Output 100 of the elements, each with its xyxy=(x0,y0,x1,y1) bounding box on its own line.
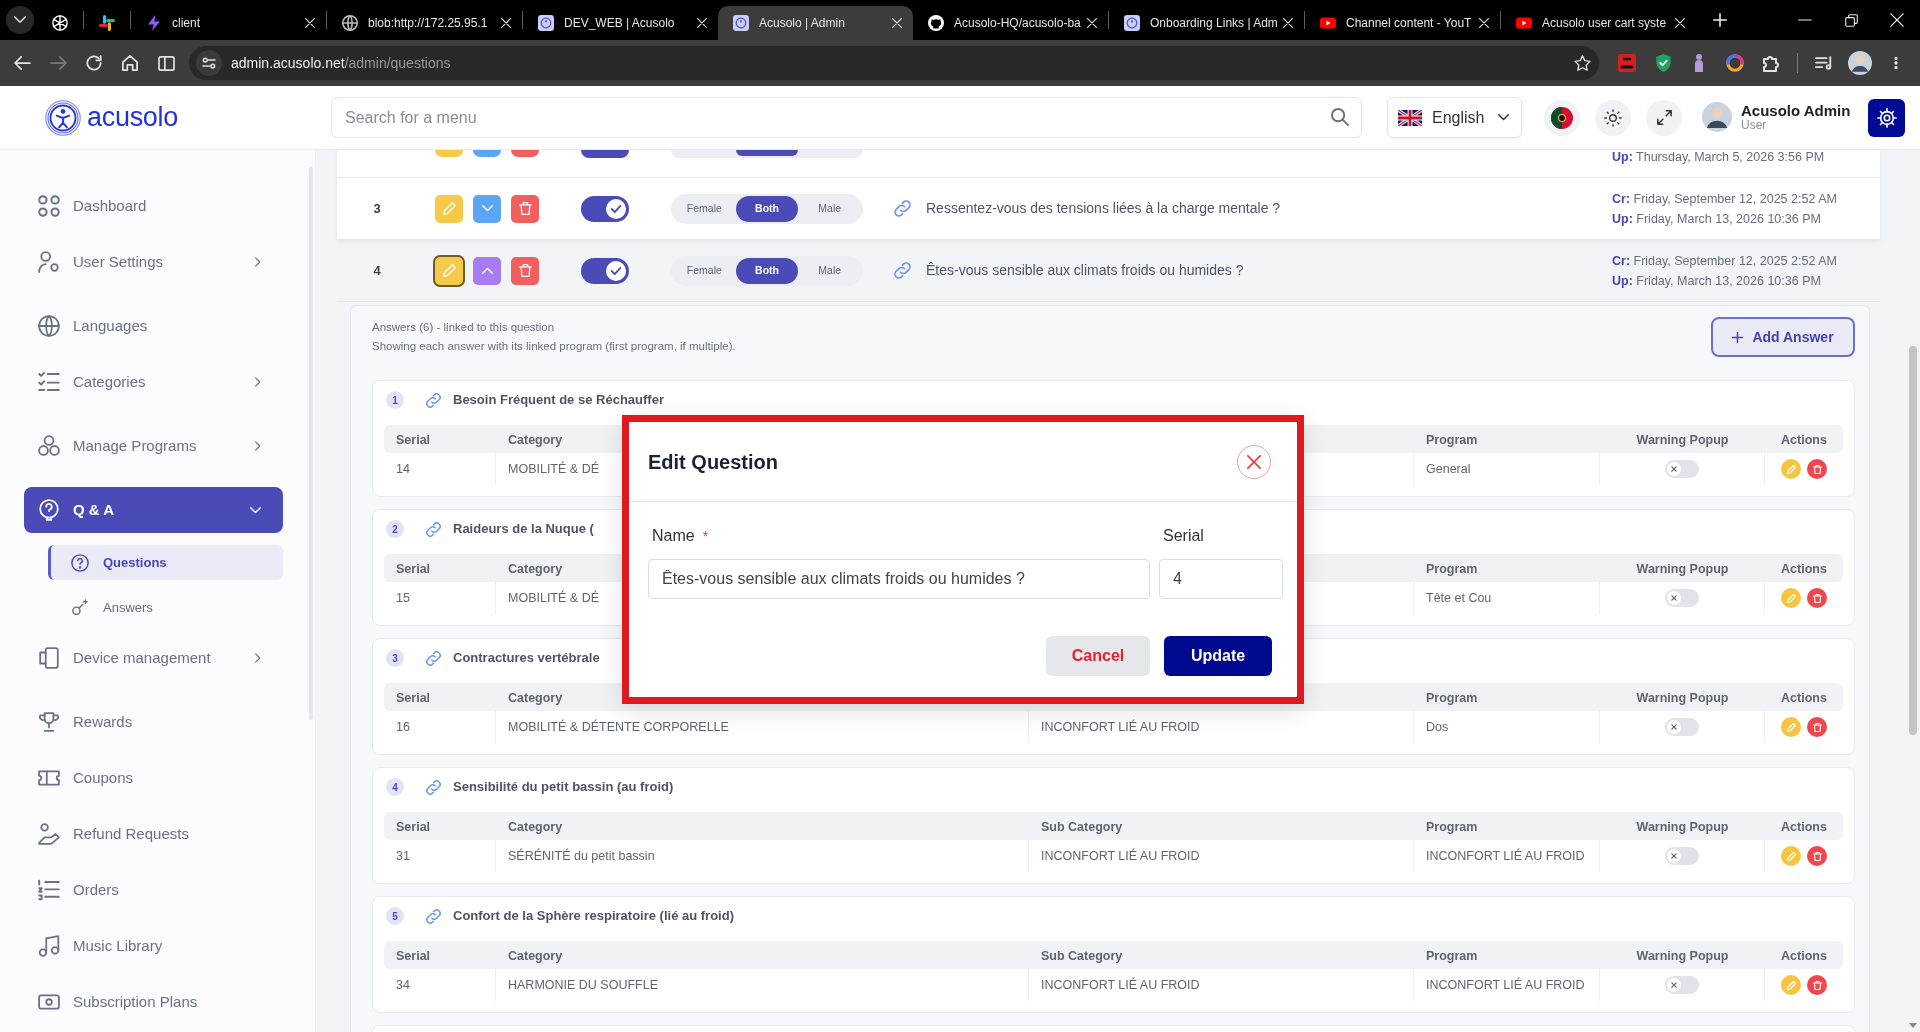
close-icon[interactable] xyxy=(501,18,511,28)
search-field[interactable]: Search for a menu xyxy=(331,97,1362,138)
browser-tab[interactable]: Acusolo user cart syste xyxy=(1501,6,1696,40)
close-icon[interactable] xyxy=(1283,18,1293,28)
delete-button[interactable] xyxy=(1807,588,1827,608)
link-icon xyxy=(894,262,911,279)
sidebar-item[interactable]: Subscription Plans xyxy=(24,979,283,1025)
updated-date: Up: Friday, March 13, 2026 10:36 PM xyxy=(1612,272,1822,290)
sidebar-item[interactable]: User Settings xyxy=(24,239,283,285)
sidebar-item[interactable]: Categories xyxy=(24,359,283,405)
theme-toggle-button[interactable] xyxy=(1595,99,1631,136)
flag-button[interactable] xyxy=(1544,99,1580,136)
delete-button[interactable] xyxy=(1807,846,1827,866)
add-answer-button[interactable]: Add Answer xyxy=(1711,317,1855,357)
close-icon[interactable] xyxy=(1675,18,1685,28)
segment-option[interactable]: Both xyxy=(735,195,799,222)
table-cell-text: 31 xyxy=(396,847,410,865)
sidebar-item[interactable]: Orders xyxy=(24,867,283,913)
sidebar-item[interactable]: Languages xyxy=(24,303,283,349)
warning-toggle[interactable] xyxy=(1665,976,1699,994)
tab-search-button[interactable] xyxy=(6,6,34,34)
sidebar-item[interactable]: Refund Requests xyxy=(24,811,283,857)
column-header: Program xyxy=(1426,562,1478,576)
sidebar-item[interactable]: Rewards xyxy=(24,699,283,745)
browser-tab[interactable]: Acusolo-HQ/acusolo-ba xyxy=(913,6,1108,40)
sidebar-item[interactable]: Dashboard xyxy=(24,183,283,229)
delete-button[interactable] xyxy=(1807,975,1827,995)
close-icon[interactable] xyxy=(697,18,707,28)
sidebar-item[interactable]: Coupons xyxy=(24,755,283,801)
column-header: Warning Popup xyxy=(1636,562,1729,576)
settings-button[interactable] xyxy=(1868,98,1906,137)
browser-tab[interactable]: Onboarding Links | Adm xyxy=(1109,6,1304,40)
segment-option[interactable]: Female xyxy=(673,257,736,284)
edit-button[interactable] xyxy=(435,256,463,285)
site-info-button[interactable] xyxy=(196,50,222,76)
sidebar-item[interactable]: Music Library xyxy=(24,923,283,969)
close-icon[interactable] xyxy=(892,18,902,28)
warning-toggle[interactable] xyxy=(1665,589,1699,607)
delete-button[interactable] xyxy=(511,194,539,223)
chevron-down-icon xyxy=(14,16,26,24)
status-toggle[interactable] xyxy=(581,195,629,222)
serial-field[interactable]: 4 xyxy=(1159,559,1283,599)
cross-icon xyxy=(1671,724,1677,730)
bolt-icon xyxy=(146,15,162,31)
delete-button[interactable] xyxy=(1807,717,1827,737)
cancel-button[interactable]: Cancel xyxy=(1046,636,1150,676)
fullscreen-button[interactable] xyxy=(1646,99,1682,136)
expand-button[interactable] xyxy=(473,256,501,285)
status-toggle[interactable] xyxy=(581,150,629,158)
sidebar-item[interactable]: Manage Programs xyxy=(24,423,283,469)
sidebar-subitem[interactable]: Answers xyxy=(48,590,283,625)
column-header: Program xyxy=(1426,949,1478,963)
trash-icon xyxy=(518,264,532,277)
close-icon[interactable] xyxy=(305,18,315,28)
shield-icon xyxy=(1655,54,1671,72)
segment-option[interactable]: Male xyxy=(798,257,861,284)
column-header: Program xyxy=(1426,820,1478,834)
globe-icon xyxy=(342,15,358,31)
segment-option[interactable]: Both xyxy=(735,257,799,284)
table-cell-text: HARMONIE DU SOUFFLE xyxy=(508,976,658,994)
browser-tab[interactable]: Acusolo | Admin xyxy=(718,6,913,40)
language-dropdown[interactable]: English xyxy=(1387,97,1522,138)
expand-button[interactable] xyxy=(473,194,501,223)
cross-icon xyxy=(1671,466,1677,472)
warning-toggle[interactable] xyxy=(1665,718,1699,736)
close-icon[interactable] xyxy=(1087,18,1097,28)
table-cell-text: Tête et Cou xyxy=(1426,589,1492,607)
delete-button[interactable] xyxy=(511,150,539,157)
hand-coin-icon xyxy=(38,823,60,845)
browser-tab[interactable]: blob:http://172.25.95.1 xyxy=(327,6,522,40)
scroll-down-icon[interactable] xyxy=(1908,1023,1917,1028)
sidebar-item[interactable]: Q & A xyxy=(24,487,283,533)
name-field[interactable]: Êtes-vous sensible aux climats froids ou humides ? xyxy=(648,559,1150,599)
update-button[interactable]: Update xyxy=(1164,636,1272,676)
scroll-thumb[interactable] xyxy=(1908,346,1917,735)
delete-button[interactable] xyxy=(511,256,539,285)
column-header: Warning Popup xyxy=(1636,433,1729,447)
flag-icon xyxy=(1398,109,1422,126)
segment-option[interactable]: Female xyxy=(673,195,736,222)
warning-toggle[interactable] xyxy=(1665,460,1699,478)
browser-tab[interactable]: client xyxy=(131,6,326,40)
expand-button[interactable] xyxy=(473,150,501,157)
field-label: Serial xyxy=(1163,526,1204,546)
segment-option[interactable]: Male xyxy=(798,195,861,222)
sidebar-item[interactable]: Device management xyxy=(24,635,283,681)
close-button[interactable] xyxy=(1237,444,1271,479)
serial-number: 3 xyxy=(372,199,382,218)
warning-toggle[interactable] xyxy=(1665,847,1699,865)
play-icon xyxy=(1320,15,1336,31)
status-toggle[interactable] xyxy=(581,257,629,284)
browser-tab[interactable]: Channel content - YouT xyxy=(1305,6,1500,40)
star-icon[interactable] xyxy=(1574,54,1591,72)
delete-button[interactable] xyxy=(1807,459,1827,479)
updated-date: Up: Thursday, March 5, 2026 3:56 PM xyxy=(1612,150,1826,164)
sidebar-subitem[interactable]: Questions xyxy=(48,545,283,580)
table-cell-text: MOBILITÉ & DÉ xyxy=(508,460,599,478)
segment-option[interactable] xyxy=(735,150,799,156)
music-note-icon xyxy=(38,935,60,957)
close-icon[interactable] xyxy=(1479,18,1489,28)
browser-tab[interactable]: DEV_WEB | Acusolo xyxy=(523,6,718,40)
